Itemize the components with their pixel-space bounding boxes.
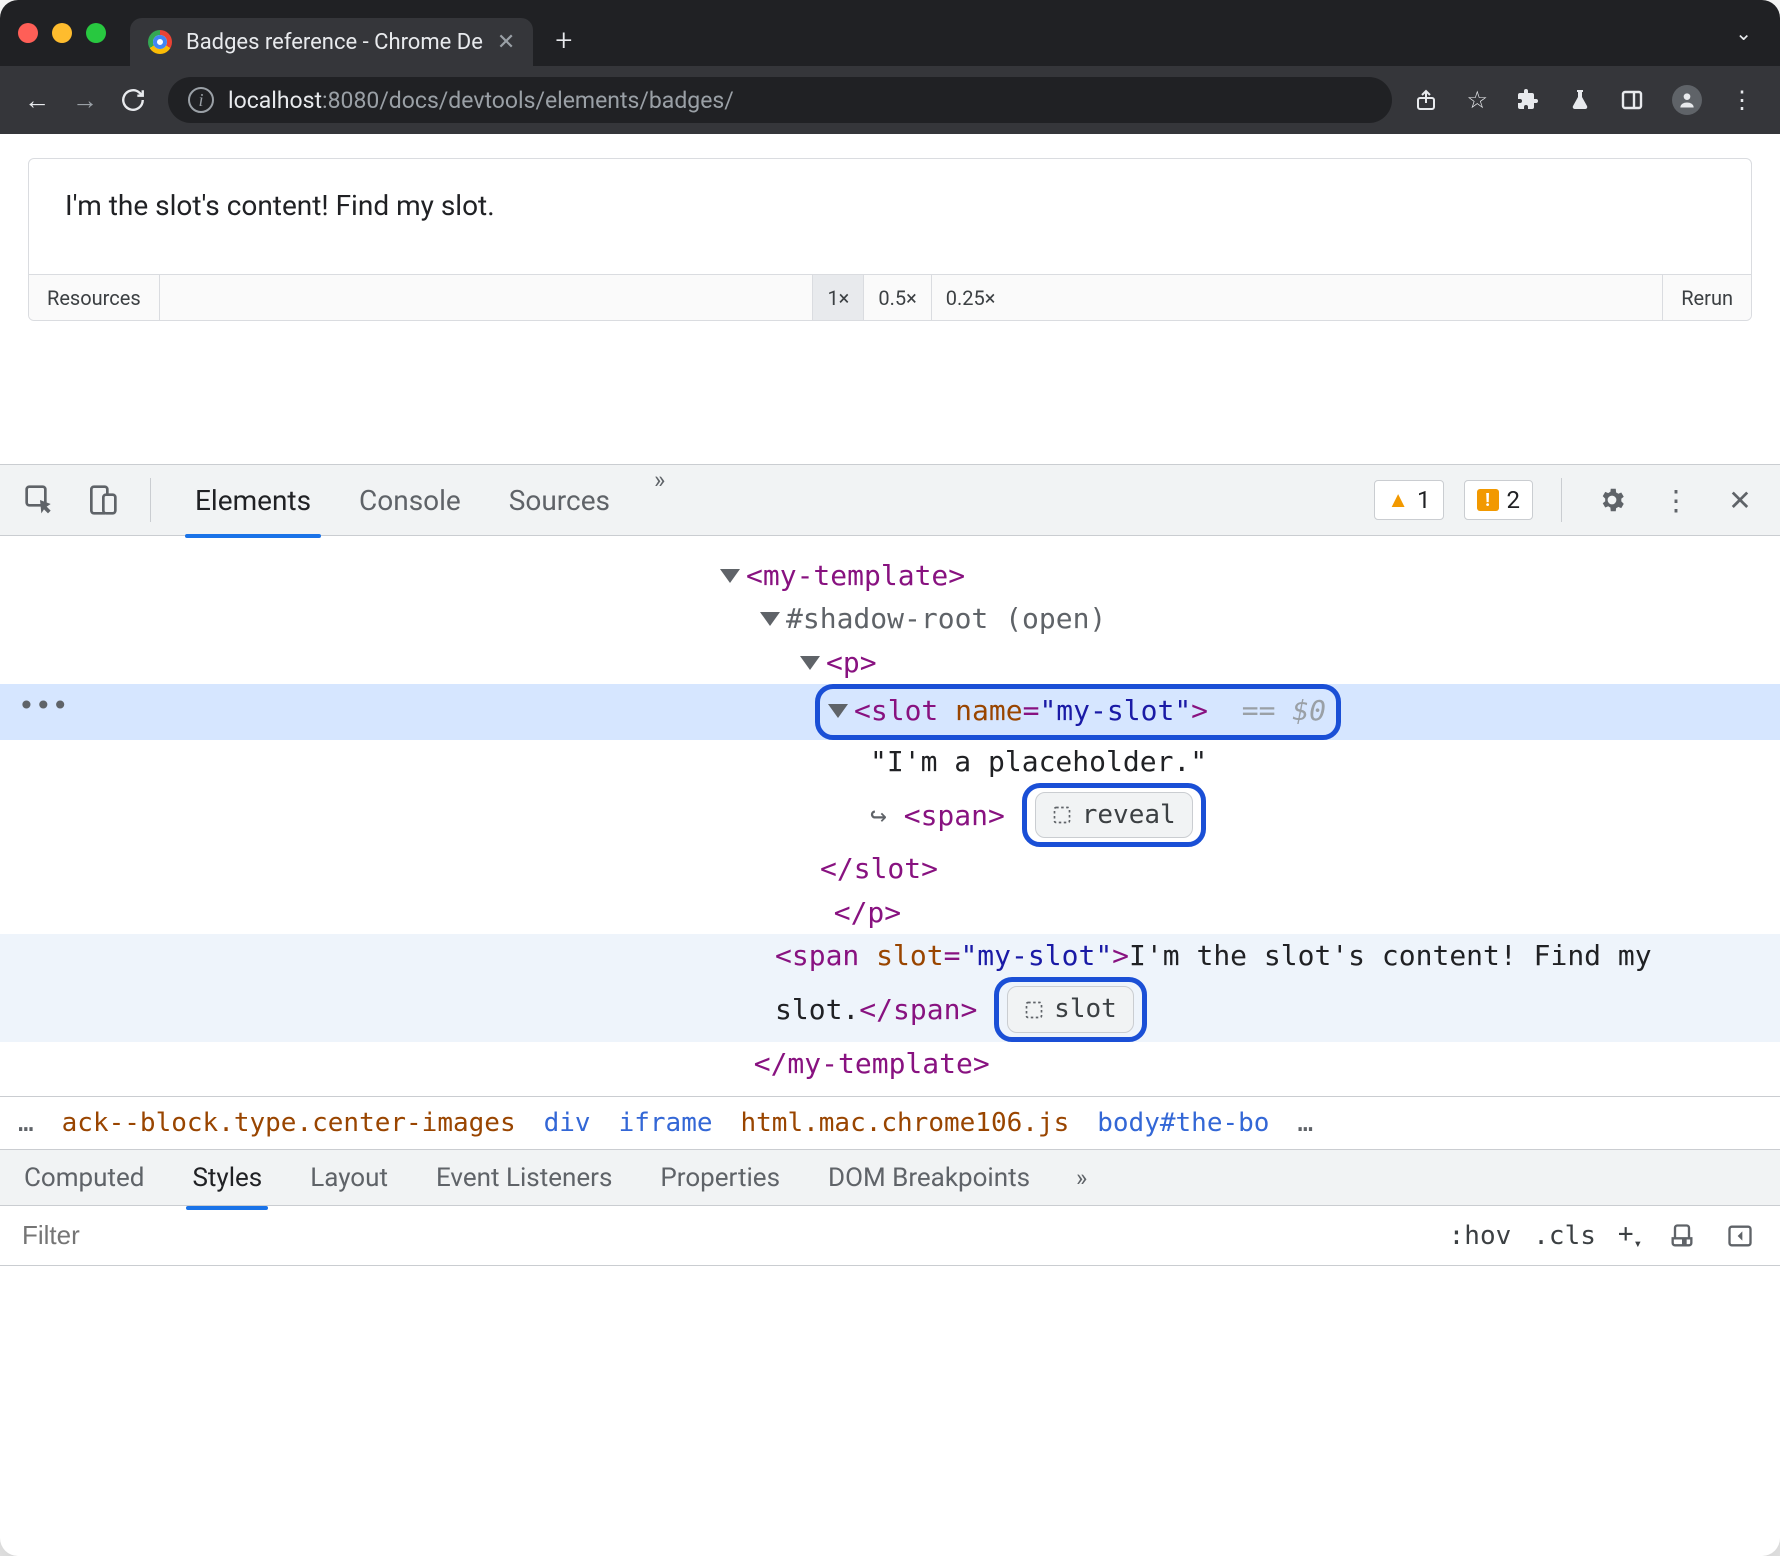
warning-triangle-icon: ▲ [1387, 487, 1409, 513]
tab-elements[interactable]: Elements [191, 466, 315, 535]
ellipsis-icon[interactable]: ••• [18, 684, 69, 727]
issue-square-icon: ! [1477, 489, 1499, 511]
tab-computed[interactable]: Computed [22, 1149, 146, 1207]
address-bar: ← → i localhost:8080/docs/devtools/eleme… [0, 66, 1780, 134]
hov-toggle[interactable]: :hov [1449, 1221, 1512, 1251]
warnings-badge[interactable]: ▲ 1 [1374, 480, 1443, 520]
nav-back-icon[interactable]: ← [24, 85, 50, 116]
url-text: localhost:8080/docs/devtools/elements/ba… [228, 87, 734, 114]
styles-tabs-overflow-icon[interactable]: » [1076, 1164, 1087, 1192]
styles-filter-input[interactable] [22, 1220, 1427, 1251]
page-viewport: I'm the slot's content! Find my slot. Re… [0, 134, 1780, 464]
dom-node-my-template-open[interactable]: <my-template> [0, 554, 1780, 597]
new-tab-button[interactable]: + [555, 23, 572, 58]
bc-item-5[interactable]: body#the-bo [1097, 1108, 1269, 1138]
styles-filter-row: :hov .cls +▾ [0, 1206, 1780, 1266]
devtools-close-icon[interactable]: ✕ [1718, 478, 1762, 522]
highlight-ring-reveal: reveal [1022, 783, 1206, 847]
bookmark-star-icon[interactable]: ☆ [1466, 86, 1488, 114]
url-host: localhost [228, 87, 322, 114]
devtools-toolbar: Elements Console Sources » ▲ 1 ! 2 ⋮ ✕ [0, 464, 1780, 536]
zoom-05x-button[interactable]: 0.5× [863, 275, 930, 321]
tab-overflow-chevron[interactable]: ⌄ [1735, 21, 1752, 45]
dom-node-my-template-close[interactable]: </my-template> [0, 1042, 1780, 1085]
dom-node-p-close[interactable]: </p> [0, 891, 1780, 934]
traffic-lights [18, 23, 106, 43]
zoom-1x-button[interactable]: 1× [812, 275, 863, 321]
device-toggle-icon[interactable] [80, 478, 124, 522]
issue-count: 2 [1507, 486, 1521, 514]
issues-badge[interactable]: ! 2 [1464, 480, 1534, 520]
link-arrow-icon: ↪ [870, 799, 887, 832]
bc-item-1[interactable]: ack--block.type.center-images [62, 1108, 516, 1138]
demo-body-text: I'm the slot's content! Find my slot. [29, 159, 1751, 274]
tab-dom-breakpoints[interactable]: DOM Breakpoints [826, 1149, 1032, 1207]
highlight-ring-slot: <slot name="my-slot"> == $0 [815, 684, 1341, 739]
highlight-ring-slot-badge: slot [994, 977, 1147, 1041]
window-titlebar: Badges reference - Chrome De ✕ + ⌄ [0, 0, 1780, 66]
settings-gear-icon[interactable] [1590, 478, 1634, 522]
inspect-element-icon[interactable] [18, 478, 62, 522]
dom-node-placeholder-text[interactable]: "I'm a placeholder." [0, 740, 1780, 783]
dom-node-shadow-root[interactable]: #shadow-root (open) [0, 597, 1780, 640]
bc-item-4[interactable]: html.mac.chrome106.js [741, 1108, 1070, 1138]
breadcrumb-overflow-left[interactable]: … [18, 1108, 34, 1138]
bc-item-2[interactable]: div [544, 1108, 591, 1138]
tab-console[interactable]: Console [355, 466, 465, 535]
dom-tree[interactable]: <my-template> #shadow-root (open) <p> ••… [0, 536, 1780, 1096]
warning-count: 1 [1417, 486, 1431, 514]
reload-icon[interactable] [120, 87, 146, 113]
nav-forward-icon[interactable]: → [72, 85, 98, 116]
traffic-light-zoom[interactable] [86, 23, 106, 43]
chrome-favicon [148, 30, 172, 54]
dom-node-slot-close[interactable]: </slot> [0, 847, 1780, 890]
reveal-badge[interactable]: reveal [1035, 792, 1193, 838]
kebab-menu-icon[interactable]: ⋮ [1730, 86, 1756, 114]
url-field[interactable]: i localhost:8080/docs/devtools/elements/… [168, 77, 1392, 123]
site-info-icon[interactable]: i [188, 87, 214, 113]
equals-dollar-zero: == $0 [1242, 694, 1326, 727]
labs-flask-icon[interactable] [1568, 88, 1592, 112]
dom-node-span-slot[interactable]: <span slot="my-slot">I'm the slot's cont… [0, 934, 1780, 1042]
dom-breadcrumb[interactable]: … ack--block.type.center-images div ifra… [0, 1096, 1780, 1150]
dom-node-p-open[interactable]: <p> [0, 641, 1780, 684]
tabs-overflow-icon[interactable]: » [654, 466, 665, 535]
devtools-tabs: Elements Console Sources » [191, 466, 665, 535]
zoom-segment: 1× 0.5× 0.25× [812, 275, 1009, 321]
tab-event-listeners[interactable]: Event Listeners [434, 1149, 614, 1207]
toggle-sidebar-icon[interactable] [1722, 1218, 1758, 1254]
styles-pane-tabs: Computed Styles Layout Event Listeners P… [0, 1150, 1780, 1206]
tab-properties[interactable]: Properties [658, 1149, 782, 1207]
extensions-icon[interactable] [1516, 88, 1540, 112]
dom-node-slot-open[interactable]: ••• <slot name="my-slot"> == $0 [0, 684, 1780, 739]
panel-icon[interactable] [1620, 88, 1644, 112]
share-icon[interactable] [1414, 88, 1438, 112]
bc-item-3[interactable]: iframe [619, 1108, 713, 1138]
demo-footer: Resources 1× 0.5× 0.25× Rerun [29, 274, 1751, 320]
tab-styles[interactable]: Styles [190, 1149, 264, 1207]
resources-button[interactable]: Resources [29, 275, 160, 320]
cls-toggle[interactable]: .cls [1533, 1221, 1596, 1251]
traffic-light-close[interactable] [18, 23, 38, 43]
browser-tab[interactable]: Badges reference - Chrome De ✕ [130, 18, 533, 66]
new-style-rule-button[interactable]: +▾ [1618, 1219, 1642, 1252]
tab-sources[interactable]: Sources [505, 466, 614, 535]
devtools-kebab-icon[interactable]: ⋮ [1654, 478, 1698, 522]
traffic-light-minimize[interactable] [52, 23, 72, 43]
toolbar-icons: ☆ ⋮ [1414, 85, 1756, 115]
tab-title: Badges reference - Chrome De [186, 30, 483, 55]
demo-frame: I'm the slot's content! Find my slot. Re… [28, 158, 1752, 321]
dom-node-span-reveal[interactable]: ↪ <span> reveal [0, 783, 1780, 847]
zoom-025x-button[interactable]: 0.25× [931, 275, 1010, 321]
url-path: :8080/docs/devtools/elements/badges/ [322, 87, 734, 114]
slot-badge[interactable]: slot [1007, 986, 1134, 1032]
breadcrumb-overflow-right[interactable]: … [1297, 1108, 1313, 1138]
tab-layout[interactable]: Layout [308, 1149, 390, 1207]
rerun-button[interactable]: Rerun [1662, 275, 1751, 321]
paint-brush-icon[interactable] [1664, 1218, 1700, 1254]
profile-avatar-icon[interactable] [1672, 85, 1702, 115]
tab-close-icon[interactable]: ✕ [497, 30, 515, 55]
